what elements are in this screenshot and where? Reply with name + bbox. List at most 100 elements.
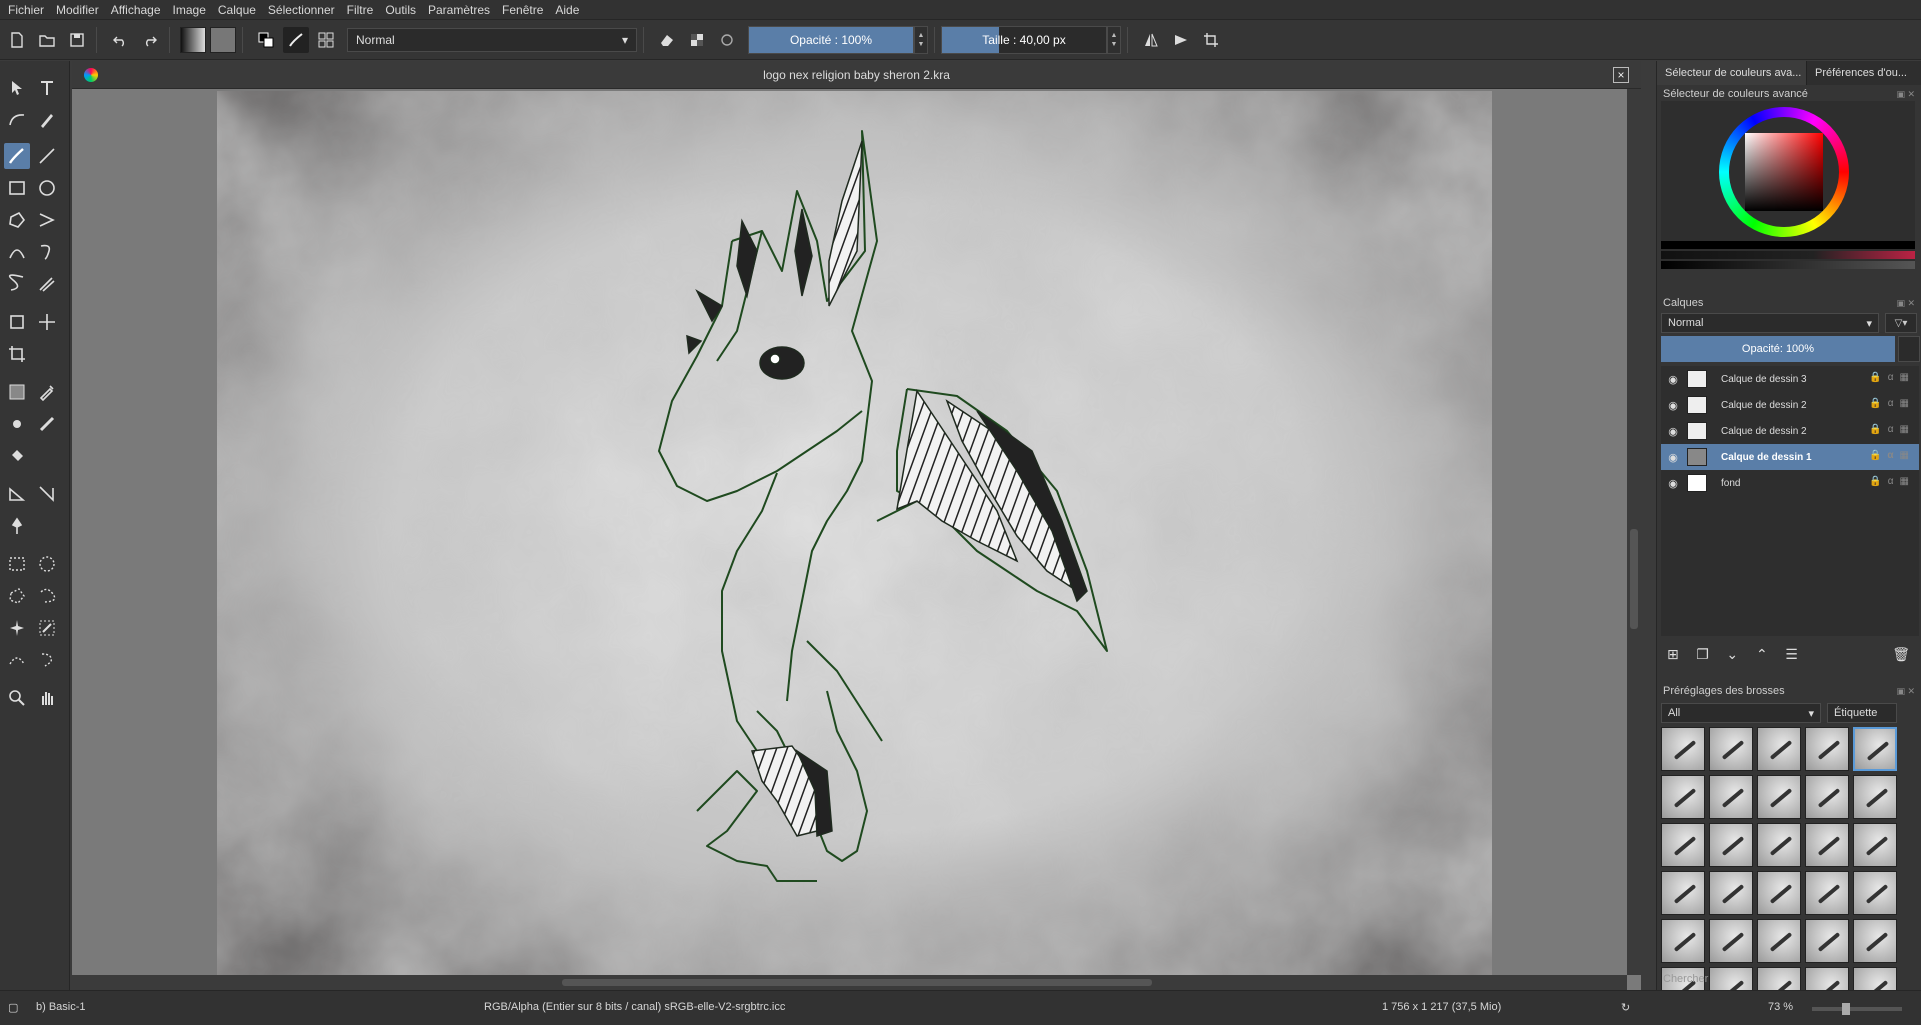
saturation-value-square[interactable] bbox=[1745, 133, 1823, 211]
layer-properties-sliders-icon[interactable]: ☰ bbox=[1780, 643, 1804, 665]
brush-preset[interactable] bbox=[1805, 775, 1849, 819]
brush-presets-icon[interactable] bbox=[313, 27, 339, 53]
delete-layer-icon[interactable]: 🗑 bbox=[1889, 643, 1913, 665]
move-layer-down-icon[interactable]: ⌄ bbox=[1720, 643, 1744, 665]
fill-tool-icon[interactable] bbox=[4, 443, 30, 469]
brush-search-input[interactable]: Chercher bbox=[1663, 973, 1708, 985]
brush-preset[interactable] bbox=[1805, 727, 1849, 771]
brush-preset[interactable] bbox=[1757, 775, 1801, 819]
brush-preset[interactable] bbox=[1661, 727, 1705, 771]
layer-lock-alpha-icons[interactable]: 🔒α▦ bbox=[1869, 476, 1915, 487]
brush-preset-selected[interactable] bbox=[1853, 727, 1897, 771]
visibility-eye-icon[interactable]: ◉ bbox=[1665, 399, 1681, 412]
line-tool-icon[interactable] bbox=[34, 143, 60, 169]
layer-opacity-slider[interactable]: Opacité: 100% bbox=[1661, 336, 1895, 362]
menu-fenetre[interactable]: Fenêtre bbox=[498, 0, 547, 20]
layers-float-close-icon[interactable]: ▣ ✕ bbox=[1896, 298, 1915, 309]
elliptical-selection-tool-icon[interactable] bbox=[34, 551, 60, 577]
opacity-slider[interactable]: Opacité : 100% bbox=[748, 25, 914, 54]
new-document-icon[interactable] bbox=[4, 27, 30, 53]
horizontal-scrollbar[interactable] bbox=[72, 975, 1627, 990]
menu-filtre[interactable]: Filtre bbox=[343, 0, 378, 20]
tab-tool-options[interactable]: Préférences d'ou... bbox=[1807, 61, 1921, 85]
edit-shapes-tool-icon[interactable] bbox=[4, 107, 30, 133]
brush-preset[interactable] bbox=[1805, 919, 1849, 963]
brush-preset[interactable] bbox=[1757, 871, 1801, 915]
pan-tool-icon[interactable] bbox=[34, 685, 60, 711]
smart-patch-tool-icon[interactable] bbox=[34, 411, 60, 437]
layer-filter-icon[interactable]: ▽▾ bbox=[1885, 313, 1917, 333]
layer-lock-alpha-icons[interactable]: 🔒α▦ bbox=[1869, 424, 1915, 435]
brush-tag-button[interactable]: Étiquette bbox=[1827, 703, 1897, 723]
brush-preset[interactable] bbox=[1757, 919, 1801, 963]
mirror-vertical-icon[interactable] bbox=[1168, 27, 1194, 53]
open-document-icon[interactable] bbox=[34, 27, 60, 53]
brush-editor-icon[interactable] bbox=[283, 26, 309, 53]
blend-mode-select[interactable]: Normal ▾ bbox=[347, 27, 637, 52]
polygonal-selection-tool-icon[interactable] bbox=[4, 583, 30, 609]
select-shapes-tool-icon[interactable] bbox=[4, 75, 30, 101]
brush-preset[interactable] bbox=[1709, 919, 1753, 963]
gradient-swatch[interactable] bbox=[180, 26, 206, 53]
rectangular-selection-tool-icon[interactable] bbox=[4, 551, 30, 577]
brush-preset[interactable] bbox=[1757, 727, 1801, 771]
layer-row[interactable]: ◉ Calque de dessin 2 🔒α▦ bbox=[1661, 392, 1919, 418]
brush-preset[interactable] bbox=[1805, 871, 1849, 915]
visibility-eye-icon[interactable]: ◉ bbox=[1665, 373, 1681, 386]
layer-properties-icon[interactable] bbox=[1898, 336, 1920, 362]
contiguous-selection-tool-icon[interactable] bbox=[4, 615, 30, 641]
layer-row[interactable]: ◉ fond 🔒α▦ bbox=[1661, 470, 1919, 496]
close-icon[interactable]: × bbox=[1613, 67, 1629, 83]
menu-image[interactable]: Image bbox=[169, 0, 210, 20]
zoom-level[interactable]: 73 % bbox=[1768, 1001, 1793, 1013]
calligraphy-tool-icon[interactable] bbox=[34, 107, 60, 133]
multibrush-tool-icon[interactable] bbox=[34, 271, 60, 297]
freehand-brush-tool-icon[interactable] bbox=[4, 143, 30, 169]
size-slider[interactable]: Taille : 40,00 px bbox=[941, 25, 1107, 54]
zoom-slider-knob[interactable] bbox=[1842, 1003, 1850, 1015]
vertical-scroll-thumb[interactable] bbox=[1630, 529, 1638, 629]
brush-preset[interactable] bbox=[1709, 727, 1753, 771]
brush-preset[interactable] bbox=[1853, 871, 1897, 915]
bezier-selection-tool-icon[interactable] bbox=[4, 647, 30, 673]
brush-preset[interactable] bbox=[1709, 871, 1753, 915]
add-layer-icon[interactable]: ⊞ bbox=[1661, 643, 1685, 665]
similar-color-selection-tool-icon[interactable] bbox=[34, 615, 60, 641]
brush-filter-select[interactable]: All ▾ bbox=[1661, 703, 1821, 723]
text-tool-icon[interactable] bbox=[34, 75, 60, 101]
visibility-eye-icon[interactable]: ◉ bbox=[1665, 425, 1681, 438]
brush-preset[interactable] bbox=[1661, 919, 1705, 963]
redo-icon[interactable] bbox=[137, 27, 163, 53]
undo-icon[interactable] bbox=[107, 27, 133, 53]
polyline-tool-icon[interactable] bbox=[34, 207, 60, 233]
menu-outils[interactable]: Outils bbox=[381, 0, 420, 20]
menu-modifier[interactable]: Modifier bbox=[52, 0, 103, 20]
advanced-color-selector[interactable] bbox=[1661, 101, 1915, 269]
colorize-mask-tool-icon[interactable] bbox=[4, 411, 30, 437]
menu-calque[interactable]: Calque bbox=[214, 0, 260, 20]
brush-preset[interactable] bbox=[1709, 775, 1753, 819]
layer-row[interactable]: ◉ Calque de dessin 3 🔒α▦ bbox=[1661, 366, 1919, 392]
layer-row-active[interactable]: ◉ Calque de dessin 1 🔒α▦ bbox=[1661, 444, 1919, 470]
crop-tool-icon[interactable] bbox=[4, 341, 30, 367]
brush-preset[interactable] bbox=[1853, 823, 1897, 867]
ellipse-tool-icon[interactable] bbox=[34, 175, 60, 201]
preserve-alpha-icon[interactable] bbox=[684, 27, 710, 53]
brushes-float-close-icon[interactable]: ▣ ✕ bbox=[1896, 686, 1915, 697]
save-icon[interactable] bbox=[64, 27, 90, 53]
layer-lock-alpha-icons[interactable]: 🔒α▦ bbox=[1869, 398, 1915, 409]
brush-preset[interactable] bbox=[1661, 775, 1705, 819]
rectangle-tool-icon[interactable] bbox=[4, 175, 30, 201]
move-layer-up-icon[interactable]: ⌃ bbox=[1750, 643, 1774, 665]
move-tool-icon[interactable] bbox=[34, 309, 60, 335]
magnetic-selection-tool-icon[interactable] bbox=[34, 647, 60, 673]
opacity-spinner[interactable]: ▲ ▼ bbox=[914, 25, 928, 54]
drawing-canvas[interactable] bbox=[217, 91, 1492, 975]
zoom-slider[interactable] bbox=[1812, 1003, 1902, 1015]
panel-float-close-icon[interactable]: ▣ ✕ bbox=[1896, 89, 1915, 100]
freehand-selection-tool-icon[interactable] bbox=[34, 583, 60, 609]
layer-blend-mode-select[interactable]: Normal ▾ bbox=[1661, 313, 1879, 333]
transform-tool-icon[interactable] bbox=[4, 309, 30, 335]
vertical-scrollbar[interactable] bbox=[1627, 89, 1641, 975]
duplicate-layer-icon[interactable]: ❐ bbox=[1691, 643, 1715, 665]
